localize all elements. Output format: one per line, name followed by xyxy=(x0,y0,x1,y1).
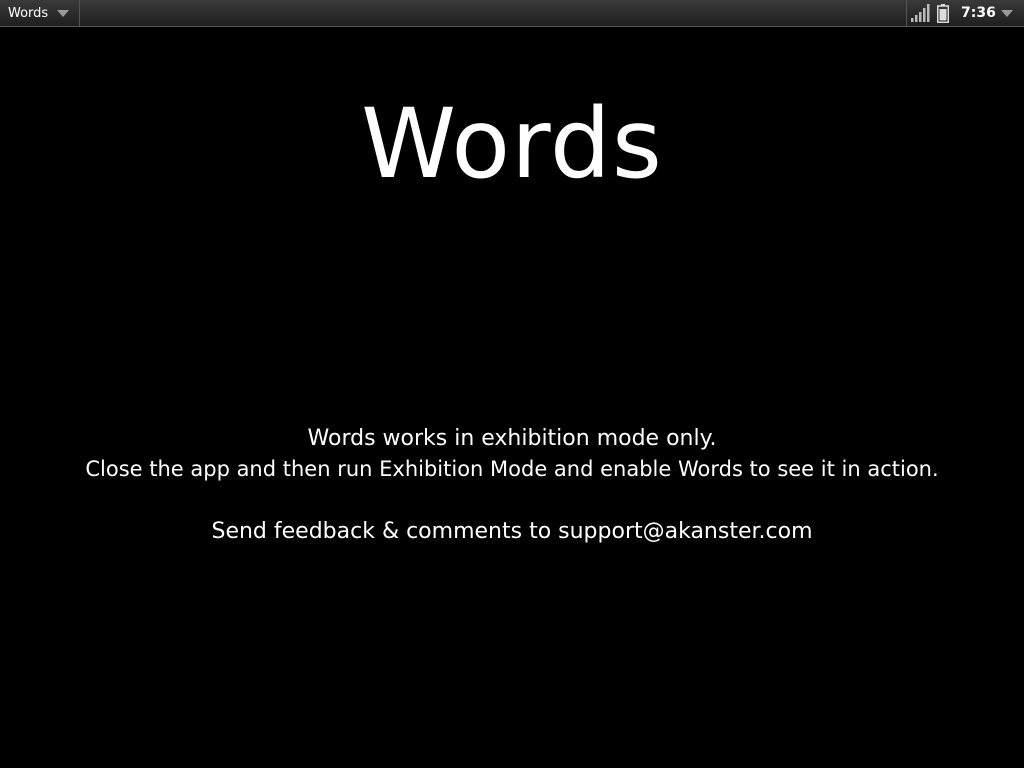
app-menu-label: Words xyxy=(8,6,49,21)
clock: 7:36 xyxy=(961,5,996,21)
chevron-down-icon xyxy=(1001,10,1013,17)
page-title: Words xyxy=(361,88,663,200)
app-menu-button[interactable]: Words xyxy=(0,0,80,27)
info-line-instructions: Close the app and then run Exhibition Mo… xyxy=(85,457,939,481)
info-line-exhibition: Words works in exhibition mode only. xyxy=(307,426,717,451)
battery-icon xyxy=(937,4,949,23)
signal-icon xyxy=(911,4,930,22)
status-bar: Words 7:36 xyxy=(0,0,1024,27)
feedback-line: Send feedback & comments to support@akan… xyxy=(211,519,813,544)
chevron-down-icon xyxy=(57,10,69,17)
system-menu-button[interactable]: 7:36 xyxy=(906,0,1024,27)
